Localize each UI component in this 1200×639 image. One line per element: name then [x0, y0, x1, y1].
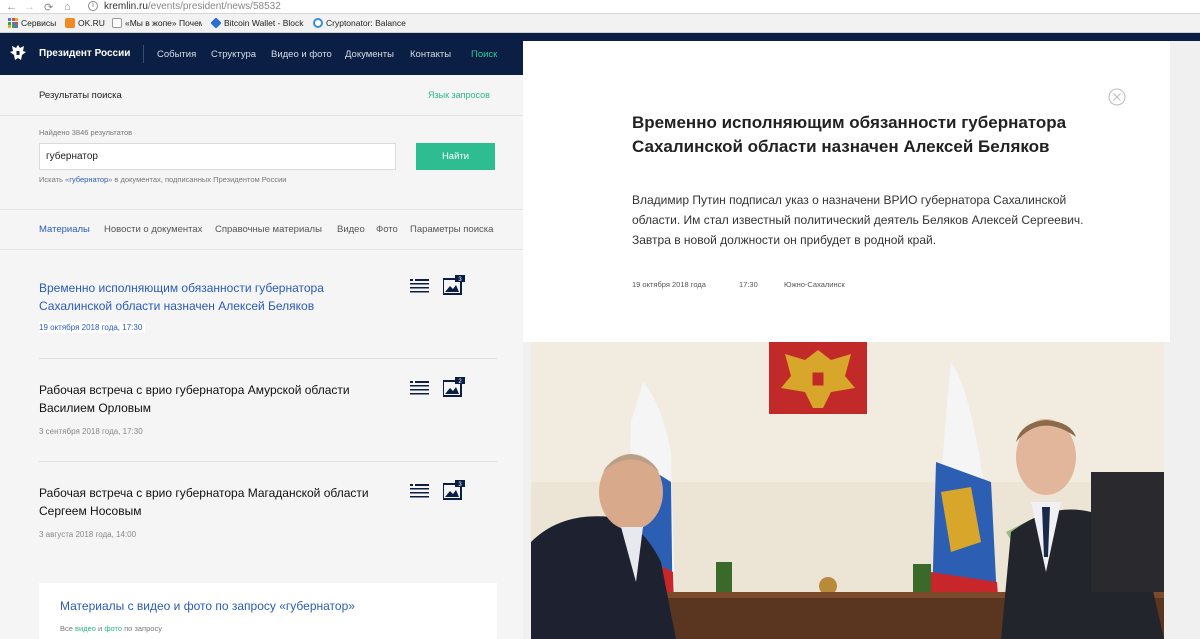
media-results-box: Материалы с видео и фото по запросу «губ… — [39, 583, 497, 639]
nav-search[interactable]: Поиск — [471, 49, 497, 60]
nav-documents[interactable]: Документы — [345, 49, 394, 60]
nav-video-photo[interactable]: Видео и фото — [271, 49, 332, 60]
photo-gallery-icon[interactable]: 2 — [443, 377, 465, 397]
result-title[interactable]: Рабочая встреча с врио губернатора Магад… — [39, 484, 389, 520]
photo-gallery-icon[interactable]: 3 — [443, 480, 465, 500]
photo-gallery-icon[interactable]: 3 — [443, 275, 465, 295]
bookmark-services[interactable]: Сервисы — [8, 18, 56, 28]
cryptonator-icon — [313, 18, 323, 28]
tab-photo[interactable]: Фото — [376, 224, 398, 235]
bookmark-bitcoin-wallet[interactable]: Bitcoin Wallet - Block — [211, 18, 305, 28]
url-text[interactable]: kremlin.ru/events/president/news/58532 — [104, 1, 281, 12]
article-title: Временно исполняющим обязанности губерна… — [632, 113, 1067, 156]
article-photo — [531, 342, 1164, 639]
browser-address-bar[interactable]: ← → ⟳ ⌂ i kremlin.ru/events/president/ne… — [0, 0, 1200, 14]
result-date: 19 октября 2018 года, 17:30 — [39, 322, 146, 333]
article-place: Южно-Сахалинск — [784, 280, 845, 289]
video-link[interactable]: видео — [75, 624, 96, 633]
photo-link[interactable]: фото — [104, 624, 122, 633]
reload-icon[interactable]: ⟳ — [44, 1, 53, 14]
result-title[interactable]: Рабочая встреча с врио губернатора Амурс… — [39, 381, 389, 417]
forward-icon[interactable]: → — [24, 1, 35, 13]
result-title[interactable]: Временно исполняющим обязанности губерна… — [39, 279, 389, 315]
home-icon[interactable]: ⌂ — [64, 1, 71, 13]
tab-materials[interactable]: Материалы — [39, 224, 90, 235]
bookmark-cryptonator[interactable]: Cryptonator: Balance — [313, 18, 406, 28]
nav-contacts[interactable]: Контакты — [410, 49, 451, 60]
blockchain-icon — [211, 18, 222, 28]
nav-events[interactable]: События — [157, 49, 196, 60]
media-results-title[interactable]: Материалы с видео и фото по запросу «губ… — [60, 599, 355, 613]
apps-grid-icon — [8, 18, 18, 28]
tab-search-params[interactable]: Параметры поиска — [410, 224, 493, 235]
text-list-icon[interactable] — [410, 279, 429, 293]
hint-query-link[interactable]: губернатор — [69, 175, 108, 184]
result-divider — [39, 461, 497, 462]
bookmarks-bar: Сервисы OK.RU «Мы в жопе» Почем Bitcoin … — [0, 14, 1200, 33]
bookmark-page[interactable]: «Мы в жопе» Почем — [112, 18, 202, 28]
close-icon[interactable] — [1108, 88, 1126, 106]
tab-video[interactable]: Видео — [337, 224, 365, 235]
text-list-icon[interactable] — [410, 484, 429, 498]
bookmark-okru[interactable]: OK.RU — [65, 18, 105, 28]
nav-structure[interactable]: Структура — [211, 49, 256, 60]
divider — [0, 249, 523, 250]
tab-reference[interactable]: Справочные материалы — [215, 224, 322, 235]
text-list-icon[interactable] — [410, 381, 429, 395]
page-icon — [112, 18, 122, 28]
results-count: Найдено 3846 результатов — [39, 128, 133, 137]
media-results-subtitle: Все видео и фото по запросу — [60, 624, 162, 633]
search-hint: Искать «губернатор» в документах, подпис… — [39, 175, 287, 184]
find-button[interactable]: Найти — [416, 143, 495, 170]
query-language-link[interactable]: Язык запросов — [428, 90, 490, 100]
article-time: 17:30 — [739, 280, 758, 289]
search-input[interactable] — [39, 143, 396, 170]
result-date: 3 августа 2018 года, 14:00 — [39, 530, 137, 539]
tab-document-news[interactable]: Новости о документах — [104, 224, 202, 235]
eagle-emblem-icon[interactable] — [9, 43, 27, 63]
search-panel: Результаты поиска Язык запросов Найдено … — [0, 75, 523, 639]
divider — [0, 115, 523, 116]
result-date: 3 сентября 2018 года, 17:30 — [39, 427, 143, 436]
back-icon[interactable]: ← — [6, 1, 17, 13]
divider — [0, 209, 523, 210]
article-lead: Владимир Путин подписал указ о назначени… — [632, 193, 1084, 247]
results-heading: Результаты поиска — [39, 90, 122, 101]
header-divider — [143, 45, 144, 63]
result-divider — [39, 358, 497, 359]
ok-icon — [65, 18, 75, 28]
site-info-icon[interactable]: i — [88, 1, 98, 11]
article-date: 19 октября 2018 года — [632, 280, 706, 289]
site-title[interactable]: Президент России — [39, 48, 130, 59]
